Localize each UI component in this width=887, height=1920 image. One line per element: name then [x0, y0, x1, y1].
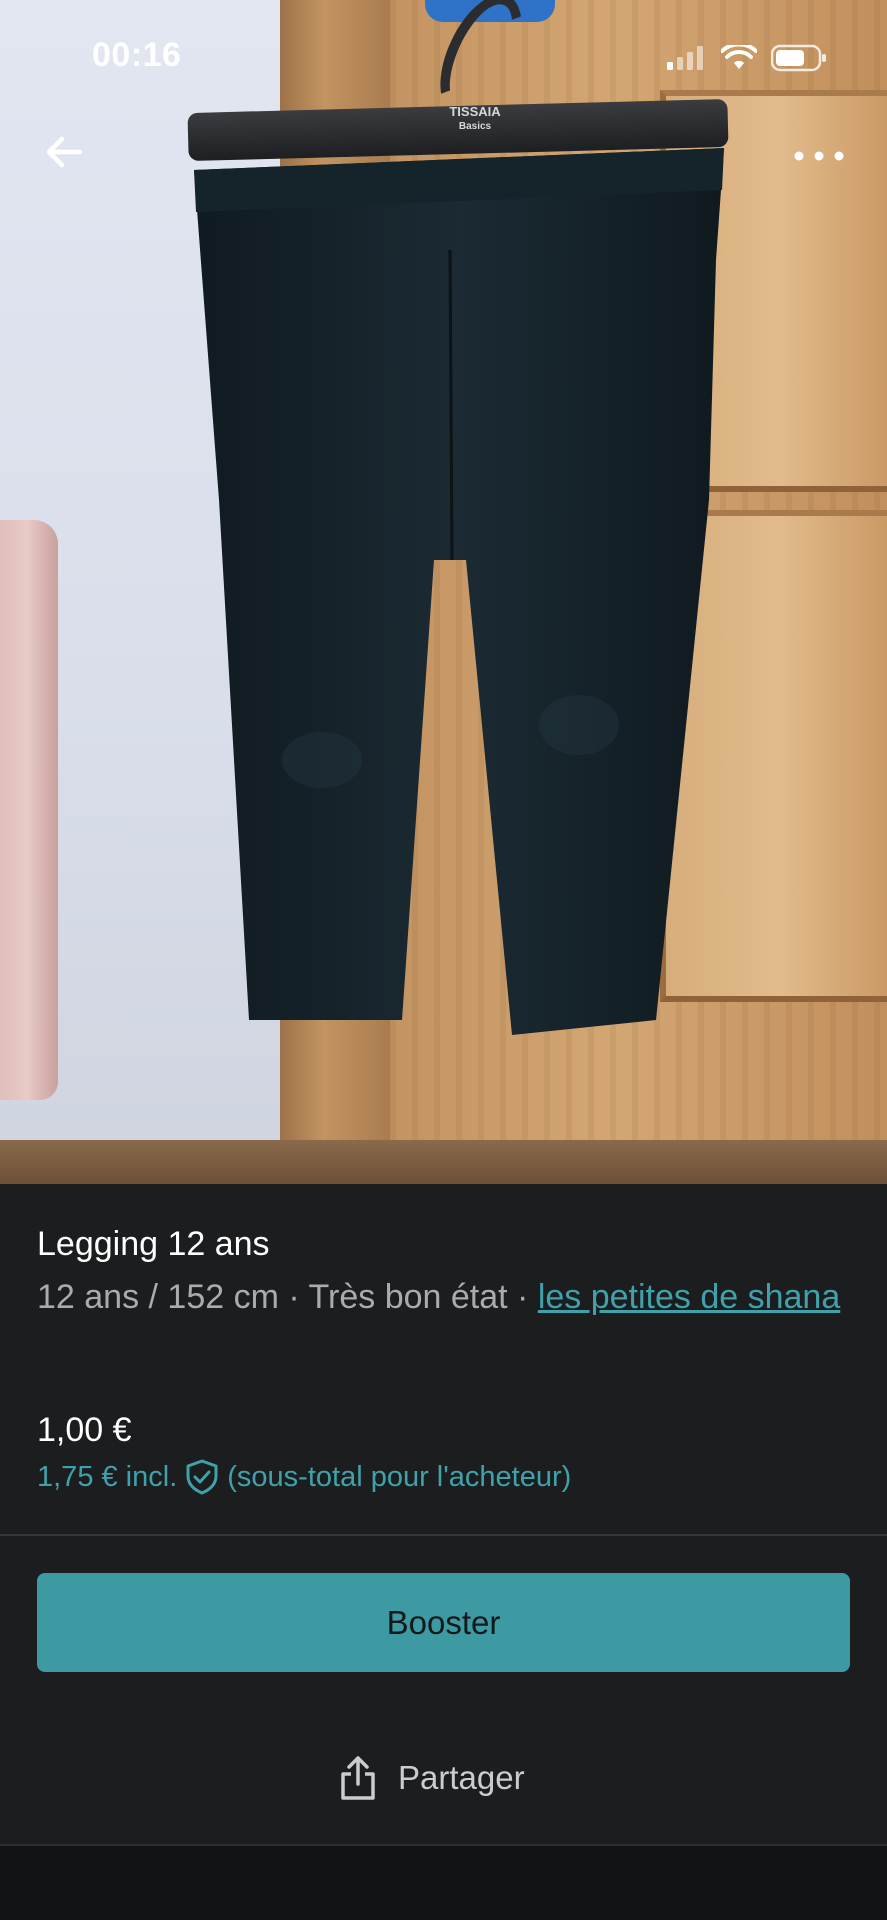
share-icon [341, 1756, 375, 1800]
item-details: 12 ans / 152 cm · Très bon état · les pe… [37, 1272, 857, 1322]
photo-floor [0, 1140, 887, 1184]
battery-icon [771, 44, 826, 72]
booster-button[interactable]: Booster [37, 1573, 850, 1672]
more-options-icon [794, 151, 844, 161]
back-arrow-icon [46, 136, 83, 168]
bottom-bar [0, 1846, 887, 1920]
item-photo[interactable]: TISSAIA Basics [0, 0, 887, 1184]
share-label: Partager [398, 1759, 525, 1796]
share-button[interactable]: Partager [338, 1748, 525, 1808]
more-options-button[interactable] [791, 138, 847, 174]
price-incl-row[interactable]: 1,75 € incl. (sous-total pour l'acheteur… [37, 1459, 571, 1495]
buyer-protection-shield-icon [186, 1459, 218, 1495]
status-time: 00:16 [92, 36, 182, 74]
back-button[interactable] [40, 128, 88, 176]
price-incl-amount: 1,75 € incl. [37, 1460, 178, 1493]
status-icons [667, 44, 827, 72]
legging-garment [194, 148, 724, 1035]
price-incl-note: (sous-total pour l'acheteur) [227, 1460, 572, 1493]
divider [0, 1534, 887, 1536]
photo-pink-cloth [0, 520, 58, 1100]
hanger-brand-label: TISSAIA Basics [449, 104, 501, 132]
signal-icon [667, 46, 703, 70]
item-price: 1,00 € [37, 1411, 132, 1449]
wifi-icon [721, 45, 757, 69]
item-title: Legging 12 ans [37, 1225, 270, 1263]
item-details-text: 12 ans / 152 cm · Très bon état · [37, 1278, 538, 1316]
seller-link[interactable]: les petites de shana [538, 1278, 840, 1316]
